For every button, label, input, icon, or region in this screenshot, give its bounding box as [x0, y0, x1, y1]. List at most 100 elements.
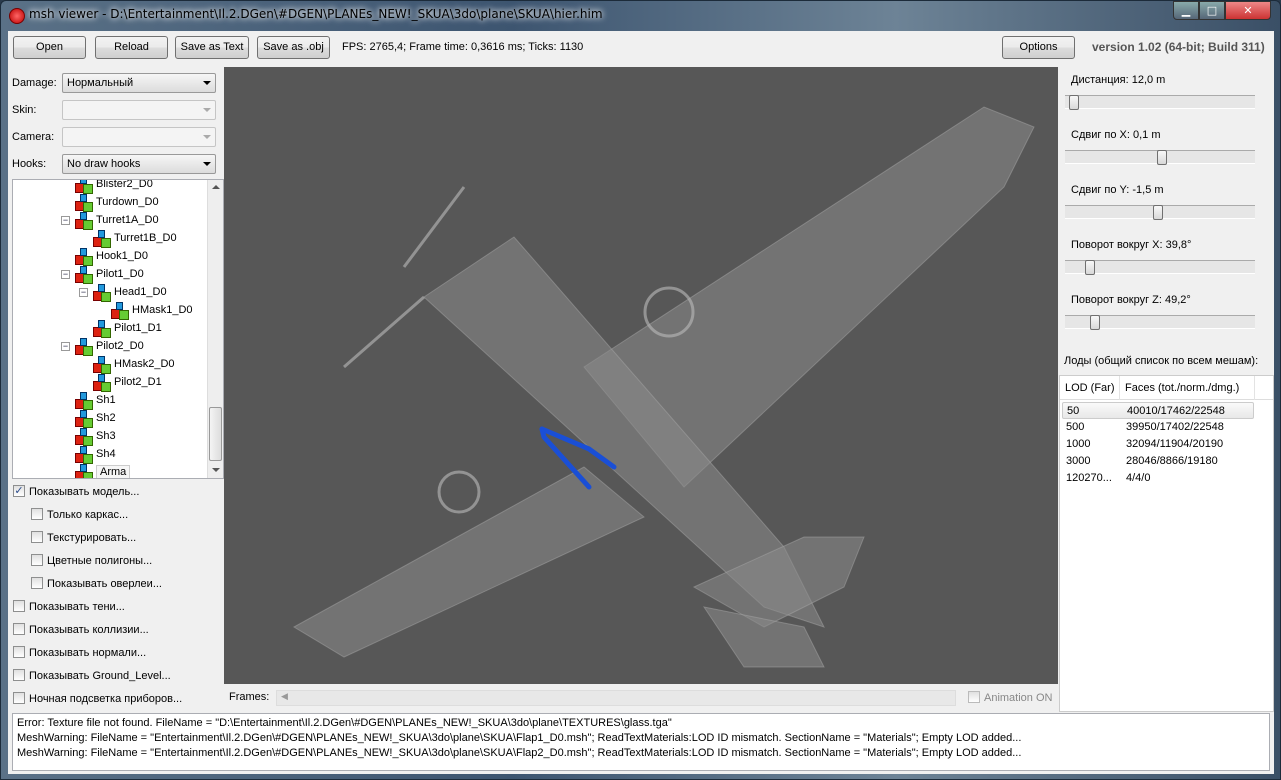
- value-slider[interactable]: [1065, 205, 1255, 220]
- option-checkbox[interactable]: Текстурировать...: [31, 531, 136, 547]
- tree-node[interactable]: Sh3: [75, 427, 116, 447]
- close-button[interactable]: ✕: [1225, 1, 1271, 20]
- save-as-text-button[interactable]: Save as Text: [175, 36, 249, 59]
- slider-thumb[interactable]: [1084, 260, 1095, 275]
- tree-node-label: Sh3: [96, 430, 116, 442]
- collapse-icon[interactable]: −: [79, 288, 88, 297]
- tree-node[interactable]: HMask2_D0: [93, 355, 175, 375]
- frames-slider[interactable]: ◀: [276, 690, 956, 706]
- lod-row[interactable]: 120270... 4/4/0: [1062, 470, 1254, 487]
- camera-select[interactable]: [62, 127, 216, 147]
- scroll-up-icon[interactable]: [212, 185, 220, 189]
- lod-faces: 40010/17462/22548: [1127, 405, 1225, 417]
- camera-label: Camera:: [12, 131, 55, 143]
- minimize-button[interactable]: ▁: [1173, 1, 1199, 20]
- scroll-down-icon[interactable]: [212, 468, 220, 472]
- lod-row[interactable]: 1000 32094/11904/20190: [1062, 436, 1254, 453]
- checkbox-box[interactable]: [13, 692, 25, 705]
- tree-node[interactable]: − Turret1A_D0: [61, 211, 159, 231]
- wheel: [437, 470, 481, 514]
- option-checkbox[interactable]: Показывать коллизии...: [13, 623, 149, 639]
- mesh-icon: [75, 194, 93, 213]
- tree-node[interactable]: − Pilot1_D0: [61, 265, 144, 285]
- value-slider[interactable]: [1065, 260, 1255, 275]
- option-checkbox[interactable]: ✓ Показывать модель...: [13, 485, 139, 501]
- tree-node[interactable]: − Head1_D0: [79, 283, 167, 303]
- tree-node[interactable]: Turret1B_D0: [93, 229, 177, 249]
- option-checkbox[interactable]: Показывать Ground_Level...: [13, 669, 171, 685]
- option-checkbox[interactable]: Только каркас...: [31, 508, 128, 524]
- mesh-icon: [111, 302, 129, 321]
- checkbox-box[interactable]: [13, 623, 25, 636]
- tree-node[interactable]: Blister2_D0: [75, 179, 153, 195]
- value-slider[interactable]: [1065, 95, 1255, 110]
- maximize-button[interactable]: □: [1199, 1, 1225, 20]
- tree-node[interactable]: Hook1_D0: [75, 247, 148, 267]
- tree-node[interactable]: Sh1: [75, 391, 116, 411]
- log-output[interactable]: Error: Texture file not found. FileName …: [12, 713, 1270, 771]
- option-checkbox[interactable]: Ночная подсветка приборов...: [13, 692, 182, 708]
- mesh-icon: [93, 320, 111, 339]
- tree-node[interactable]: Pilot1_D1: [93, 319, 162, 339]
- checkbox-box[interactable]: [31, 554, 43, 567]
- collapse-icon[interactable]: −: [61, 342, 70, 351]
- checkbox-box[interactable]: [13, 646, 25, 659]
- checkbox-box[interactable]: [31, 531, 43, 544]
- open-button[interactable]: Open: [13, 36, 86, 59]
- checkbox-box[interactable]: [31, 577, 43, 590]
- plane-model-render: [292, 106, 1035, 668]
- mesh-tree[interactable]: Blister2_D0 Turdown_D0 − Turret1A_D0 Turret1…: [12, 179, 224, 479]
- tree-node-label: Blister2_D0: [96, 179, 153, 190]
- slider-label: Сдвиг по Y: -1,5 m: [1071, 184, 1164, 196]
- client-area: Open Reload Save as Text Save as .obj FP…: [8, 31, 1274, 774]
- tree-node[interactable]: Sh2: [75, 409, 116, 429]
- hooks-label: Hooks:: [12, 158, 47, 170]
- tree-scrollbar[interactable]: [207, 180, 223, 478]
- lod-table[interactable]: LOD (Far) Faces (tot./norm./dmg.) 50 4001…: [1059, 375, 1274, 712]
- damage-select[interactable]: Нормальный: [62, 73, 216, 93]
- lod-row[interactable]: 3000 28046/8866/19180: [1062, 453, 1254, 470]
- collapse-icon[interactable]: −: [61, 216, 70, 225]
- lod-row[interactable]: 50 40010/17462/22548: [1062, 402, 1254, 419]
- lod-header-far[interactable]: LOD (Far): [1065, 382, 1115, 394]
- checkbox-box[interactable]: ✓: [13, 485, 25, 498]
- checkbox-box[interactable]: [31, 508, 43, 521]
- lod-row[interactable]: 500 39950/17402/22548: [1062, 419, 1254, 436]
- checkbox-label: Показывать коллизии...: [29, 624, 149, 636]
- tree-node-label: Hook1_D0: [96, 250, 148, 262]
- options-button[interactable]: Options: [1002, 36, 1075, 59]
- slider-thumb[interactable]: [1068, 95, 1079, 110]
- reload-button[interactable]: Reload: [95, 36, 168, 59]
- skin-select[interactable]: [62, 100, 216, 120]
- tree-node[interactable]: Arma: [75, 463, 131, 478]
- slider-thumb[interactable]: [1090, 315, 1101, 330]
- animation-checkbox[interactable]: Animation ON: [968, 691, 1052, 707]
- slider-thumb[interactable]: [1156, 150, 1167, 165]
- collapse-icon[interactable]: −: [61, 270, 70, 279]
- checkbox-box[interactable]: [13, 669, 25, 682]
- option-checkbox[interactable]: Показывать нормали...: [13, 646, 146, 662]
- tree-node[interactable]: Pilot2_D1: [93, 373, 162, 393]
- slider-label: Сдвиг по X: 0,1 m: [1071, 129, 1161, 141]
- checkbox-box[interactable]: [13, 600, 25, 613]
- option-checkbox[interactable]: Показывать тени...: [13, 600, 125, 616]
- value-slider[interactable]: [1065, 315, 1255, 330]
- scrollbar-thumb[interactable]: [209, 407, 222, 461]
- option-checkbox[interactable]: Цветные полигоны...: [31, 554, 152, 570]
- 3d-viewport[interactable]: [224, 67, 1058, 684]
- slider-thumb[interactable]: [1153, 205, 1164, 220]
- tree-node[interactable]: − Pilot2_D0: [61, 337, 144, 357]
- lod-header-faces[interactable]: Faces (tot./norm./dmg.): [1125, 382, 1239, 394]
- option-checkbox[interactable]: Показывать оверлеи...: [31, 577, 162, 593]
- tree-node[interactable]: Sh4: [75, 445, 116, 465]
- mesh-icon: [93, 356, 111, 375]
- tree-node-label: Sh2: [96, 412, 116, 424]
- log-line: Error: Texture file not found. FileName …: [17, 717, 672, 729]
- hooks-select[interactable]: No draw hooks: [62, 154, 216, 174]
- tree-node[interactable]: HMask1_D0: [111, 301, 193, 321]
- mesh-icon: [75, 248, 93, 267]
- checkbox-label: Ночная подсветка приборов...: [29, 693, 183, 705]
- tree-node[interactable]: Turdown_D0: [75, 193, 159, 213]
- value-slider[interactable]: [1065, 150, 1255, 165]
- save-as-obj-button[interactable]: Save as .obj: [257, 36, 330, 59]
